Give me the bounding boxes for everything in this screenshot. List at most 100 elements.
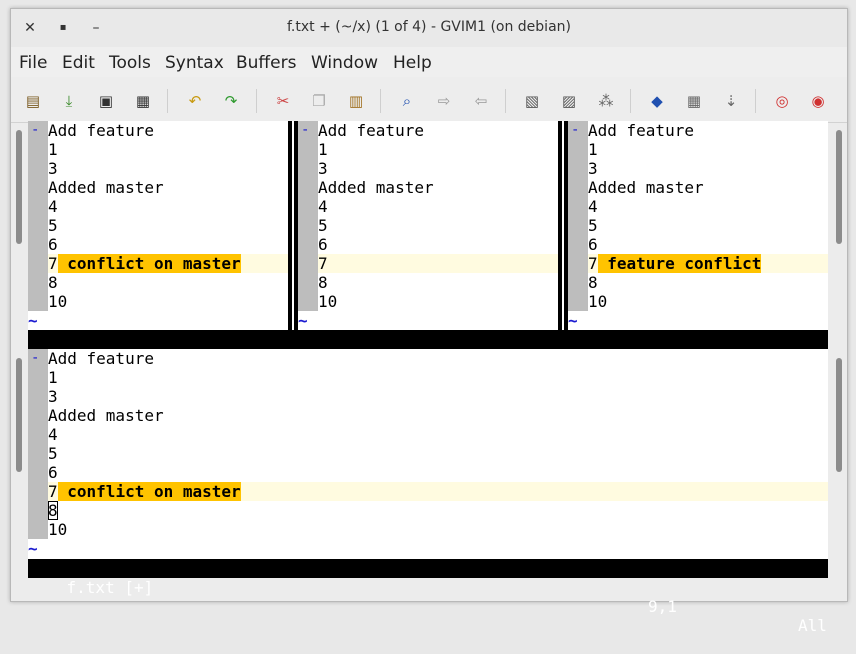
tilde-local: ~ <box>28 311 38 330</box>
menu-tools[interactable]: Tools <box>109 53 151 73</box>
status-pos-merged: 9,1 <box>648 597 677 616</box>
line-remote-8-prefix: 7 <box>588 254 598 273</box>
left-scroll-thumb-top[interactable] <box>16 130 22 244</box>
title-bar: ✕ ▪ – f.txt + (~/x) (1 of 4) - GVIM1 (on… <box>11 9 847 47</box>
line-local-5: 4 <box>48 197 58 216</box>
fold-column-merged <box>28 349 48 539</box>
vertical-split-1[interactable] <box>288 121 298 330</box>
line-local-10: 10 <box>48 292 68 311</box>
shell-icon[interactable]: ▦ <box>683 90 705 112</box>
statusline-base[interactable]: base [RO] 9,1 All <box>298 330 568 406</box>
line-base-8: 7 <box>318 254 328 273</box>
line-merged-8: 7 conflict on master <box>48 482 241 501</box>
menu-file[interactable]: File <box>19 53 47 73</box>
statusline-remote[interactable]: remote [RO] 9,1 All <box>568 330 828 406</box>
menu-edit[interactable]: Edit <box>62 53 95 73</box>
vertical-split-2[interactable] <box>558 121 568 330</box>
status-all-merged: All <box>798 616 827 635</box>
status-all-local: All <box>258 387 287 406</box>
editor-area[interactable]: - Add feature 1 3 Added master 4 5 6 7 c… <box>28 121 828 635</box>
menu-bar: File Edit Tools Syntax Buffers Window He… <box>11 47 847 77</box>
fold-column-local <box>28 121 48 311</box>
line-base-7: 6 <box>318 235 328 254</box>
line-merged-7: 6 <box>48 463 58 482</box>
line-merged-4: Added master <box>48 406 164 425</box>
line-base-9: 8 <box>318 273 328 292</box>
find-help-icon[interactable]: ◉ <box>807 90 829 112</box>
statusline-merged[interactable]: f.txt [+] 9,1 All <box>28 559 828 635</box>
line-remote-2: 1 <box>588 140 598 159</box>
find-replace-icon[interactable]: ⌕ <box>396 90 418 112</box>
save-icon[interactable]: ▣ <box>95 90 117 112</box>
open-icon[interactable]: ▤ <box>22 90 44 112</box>
line-merged-8-prefix: 7 <box>48 482 58 501</box>
help-icon[interactable]: ◎ <box>771 90 793 112</box>
run-script-icon[interactable]: ⁂ <box>595 90 617 112</box>
fold-marker-merged[interactable]: - <box>28 349 48 368</box>
paste-icon[interactable]: ▥ <box>345 90 367 112</box>
line-local-6: 5 <box>48 216 58 235</box>
print-icon[interactable]: ▦ <box>132 90 154 112</box>
statusline-local[interactable]: local [RO] 9,1 All <box>28 330 298 406</box>
save-session-icon[interactable]: ▨ <box>558 90 580 112</box>
line-remote-9: 8 <box>588 273 598 292</box>
line-merged-10: 10 <box>48 520 68 539</box>
tilde-base: ~ <box>298 311 308 330</box>
cursor-char[interactable]: 8 <box>48 501 58 520</box>
menu-syntax[interactable]: Syntax <box>165 53 224 73</box>
undo-icon[interactable]: ↶ <box>184 90 206 112</box>
line-base-3: 3 <box>318 159 328 178</box>
line-remote-1: Add feature <box>588 121 694 140</box>
line-base-2: 1 <box>318 140 328 159</box>
redo-icon[interactable]: ↷ <box>220 90 242 112</box>
status-name-merged: f.txt [+] <box>66 578 154 597</box>
copy-icon[interactable]: ❐ <box>308 90 330 112</box>
line-local-9: 8 <box>48 273 58 292</box>
tags-icon[interactable]: ⇣ <box>720 90 742 112</box>
line-remote-3: 3 <box>588 159 598 178</box>
make-icon[interactable]: ◆ <box>646 90 668 112</box>
line-merged-6: 5 <box>48 444 58 463</box>
line-local-7: 6 <box>48 235 58 254</box>
status-pos-local: 9,1 <box>158 368 187 387</box>
cursor-line-base <box>318 254 558 273</box>
line-merged-2: 1 <box>48 368 58 387</box>
menu-buffers[interactable]: Buffers <box>236 53 296 73</box>
menu-help[interactable]: Help <box>393 53 432 73</box>
menu-window[interactable]: Window <box>311 53 378 73</box>
line-local-3: 3 <box>48 159 58 178</box>
left-scrollbar[interactable] <box>13 122 25 588</box>
right-scrollbar[interactable] <box>833 122 845 588</box>
conflict-text-merged: conflict on master <box>57 482 241 501</box>
line-base-5: 4 <box>318 197 328 216</box>
line-remote-8: 7 feature conflict <box>588 254 762 273</box>
cut-icon[interactable]: ✂ <box>272 90 294 112</box>
fold-column-base <box>298 121 318 311</box>
line-base-1: Add feature <box>318 121 424 140</box>
tilde-remote: ~ <box>568 311 578 330</box>
line-merged-3: 3 <box>48 387 58 406</box>
line-local-2: 1 <box>48 140 58 159</box>
fold-marker-remote[interactable]: - <box>568 121 588 140</box>
left-scroll-thumb-bottom[interactable] <box>16 358 22 472</box>
load-session-icon[interactable]: ▧ <box>521 90 543 112</box>
line-remote-6: 5 <box>588 216 598 235</box>
fold-marker-local[interactable]: - <box>28 121 48 140</box>
status-pos-base: 9,1 <box>428 368 457 387</box>
line-base-10: 10 <box>318 292 338 311</box>
line-remote-10: 10 <box>588 292 608 311</box>
line-local-8-prefix: 7 <box>48 254 58 273</box>
line-merged-1: Add feature <box>48 349 154 368</box>
right-scroll-thumb-top[interactable] <box>836 130 842 244</box>
conflict-text-local: conflict on master <box>57 254 241 273</box>
fold-marker-base[interactable]: - <box>298 121 318 140</box>
line-remote-5: 4 <box>588 197 598 216</box>
find-prev-icon[interactable]: ⇦ <box>470 90 492 112</box>
status-all-remote: All <box>798 387 827 406</box>
save-down-icon[interactable]: ⤓ <box>58 90 80 112</box>
status-pos-remote: 9,1 <box>698 368 727 387</box>
right-scroll-thumb-bottom[interactable] <box>836 358 842 472</box>
find-next-icon[interactable]: ⇨ <box>433 90 455 112</box>
line-local-1: Add feature <box>48 121 154 140</box>
status-name-remote: remote [RO] <box>606 349 713 368</box>
